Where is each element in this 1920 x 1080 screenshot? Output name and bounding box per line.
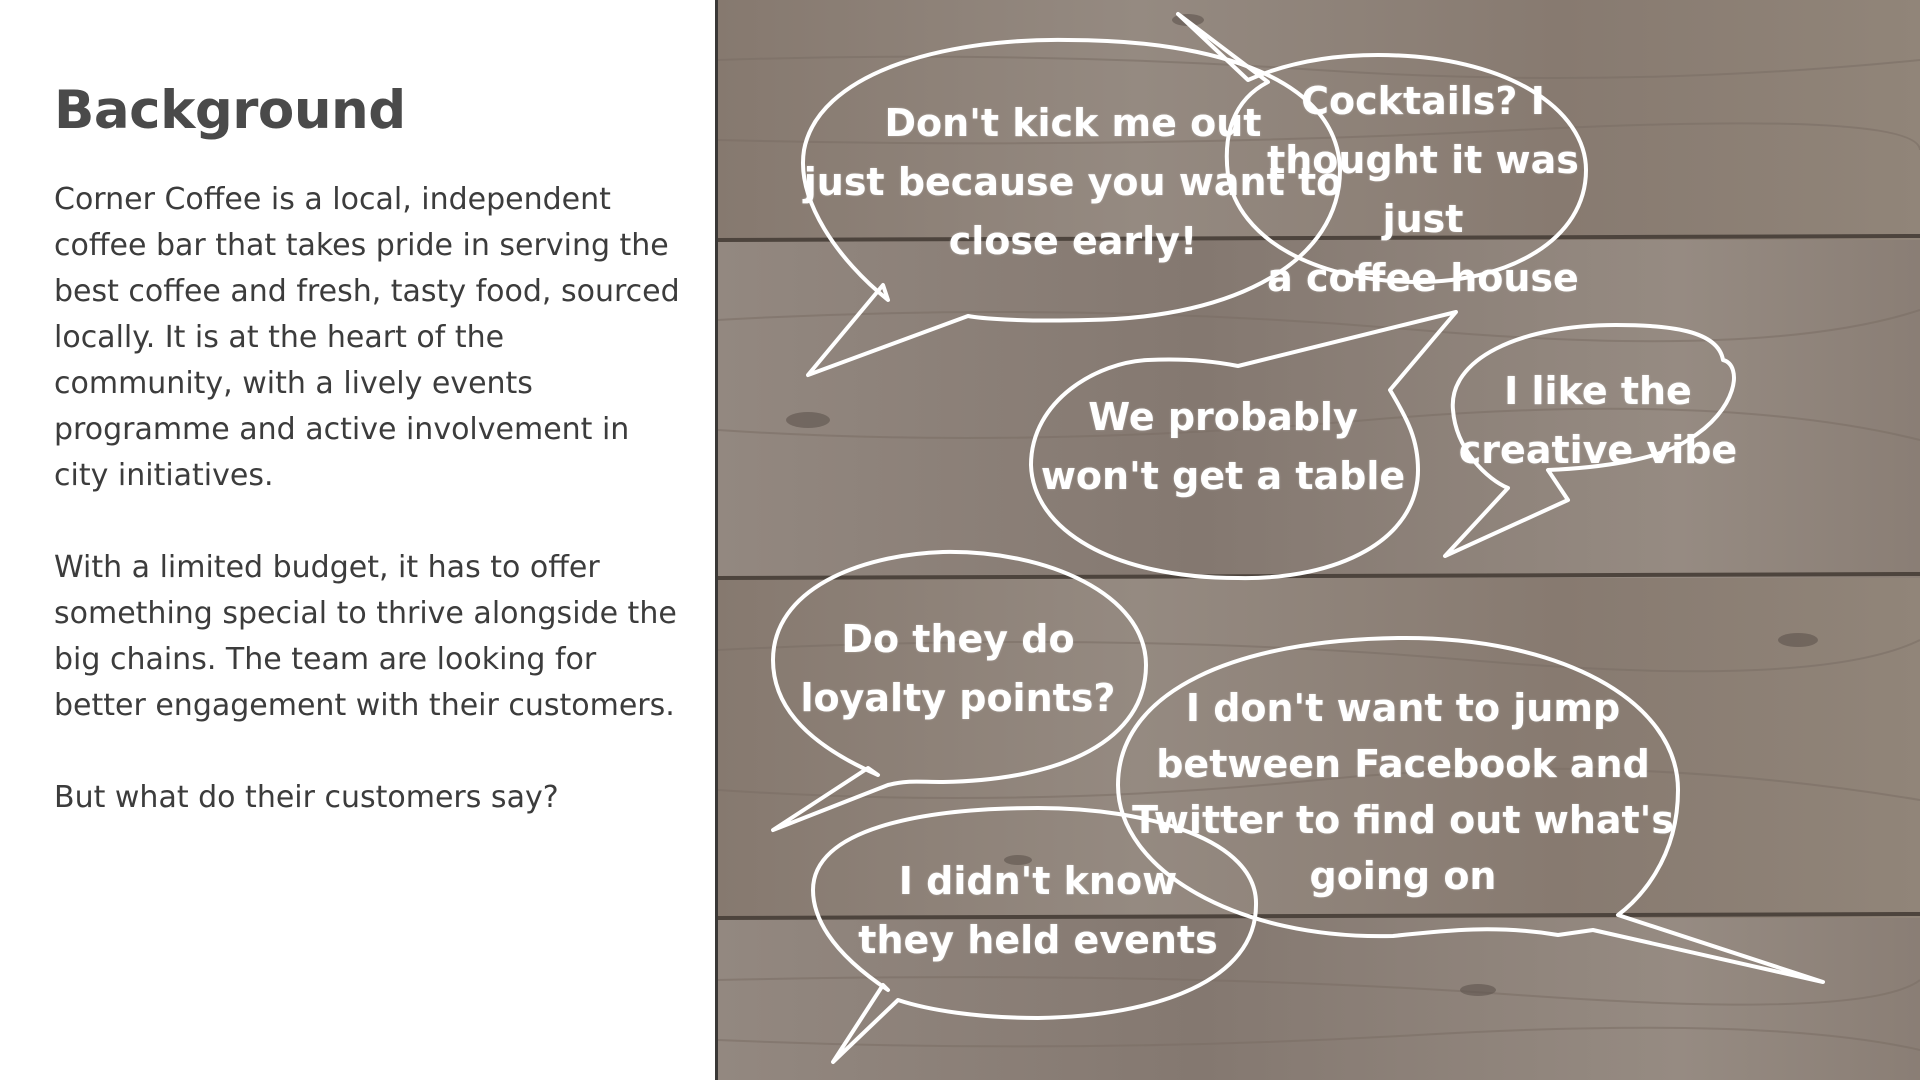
- slide: Background Corner Coffee is a local, ind…: [0, 0, 1920, 1080]
- text-panel: Background Corner Coffee is a local, ind…: [0, 0, 715, 1080]
- background-body: Corner Coffee is a local, independent co…: [54, 177, 684, 867]
- chalkboard-wood-panel: Don't kick me out just because you want …: [718, 0, 1920, 1080]
- speech-bubble-cocktails: Cocktails? I thought it was just a coffe…: [1267, 79, 1579, 300]
- speech-bubble-events: I didn't know they held events: [858, 859, 1218, 962]
- speech-bubble-creative-vibe: I like the creative vibe: [1458, 369, 1738, 472]
- speech-bubble-loyalty: Do they do loyalty points?: [800, 617, 1116, 720]
- paragraph-budget: With a limited budget, it has to offer s…: [54, 550, 677, 723]
- speech-bubble-table: We probably won't get a table: [1040, 395, 1406, 498]
- paragraph-question: But what do their customers say?: [54, 780, 559, 815]
- slide-title: Background: [54, 80, 406, 141]
- paragraph-intro: Corner Coffee is a local, independent co…: [54, 182, 680, 493]
